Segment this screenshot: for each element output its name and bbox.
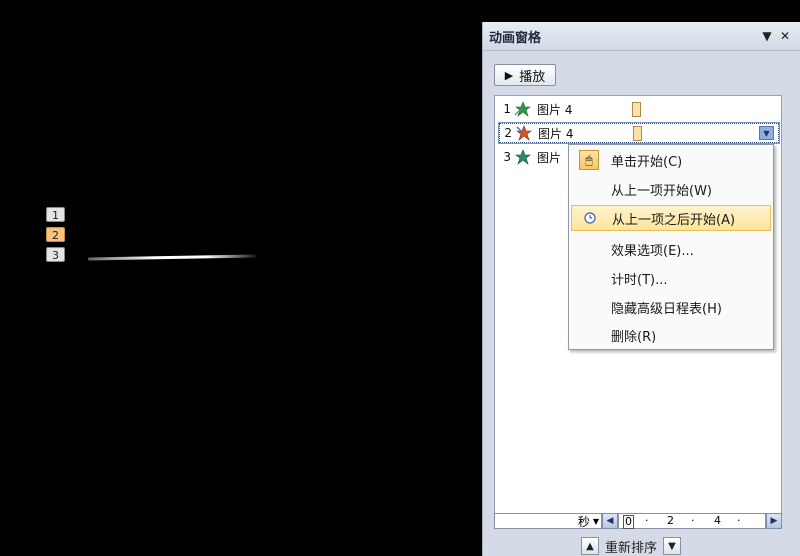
ruler-tick: 0 [623, 515, 634, 529]
menu-item-effect-options[interactable]: 效果选项(E)... [571, 236, 771, 262]
menu-item-start-after-previous[interactable]: 从上一项之后开始(A) [571, 205, 771, 231]
ruler-dot: · [645, 514, 649, 527]
menu-item-label: 删除(R) [611, 329, 657, 345]
ruler-tick: 2 [667, 514, 674, 527]
timeline-bar[interactable] [633, 125, 642, 141]
animation-marker-1[interactable]: 1 [46, 207, 65, 222]
scroll-right-button[interactable]: ▶ [766, 513, 782, 529]
animation-marker-2[interactable]: 2 [46, 227, 65, 242]
menu-item-start-with-previous[interactable]: 从上一项开始(W) [571, 176, 771, 202]
exit-effect-icon [514, 124, 534, 142]
ruler-tick: 4 [714, 514, 721, 527]
animation-target-name: 图片 4 [538, 126, 574, 141]
animation-item-2[interactable]: 2 图片 4 ▼ [498, 122, 780, 144]
menu-item-hide-advanced-timeline[interactable]: 隐藏高级日程表(H) [571, 294, 771, 320]
scroll-left-button[interactable]: ◀ [602, 513, 618, 529]
play-icon: ▶ [504, 68, 514, 82]
animation-item-1[interactable]: 1 图片 4 [499, 99, 779, 119]
time-unit-label: 秒 [577, 514, 590, 529]
pane-title: 动画窗格 [489, 30, 542, 46]
menu-item-label: 从上一项之后开始(A) [612, 212, 736, 228]
menu-item-remove[interactable]: 删除(R) [571, 322, 771, 348]
animation-target-name: 图片 4 [537, 102, 573, 117]
reorder-label: 重新排序 [605, 540, 658, 556]
animation-number: 2 [504, 126, 512, 140]
ruler-dot: · [737, 514, 741, 527]
chevron-down-icon: ▼ [592, 516, 599, 526]
pane-header: 动画窗格 ▼ ✕ [483, 22, 800, 51]
animation-number: 3 [503, 150, 511, 164]
menu-item-timing[interactable]: 计时(T)... [571, 265, 771, 291]
play-button[interactable]: ▶ 播放 [494, 64, 556, 86]
clock-icon [584, 212, 596, 224]
menu-item-start-on-click[interactable]: 🖱 单击开始(C) [571, 147, 771, 173]
timeline-ruler[interactable]: 0 · 2 · 4 · [618, 513, 766, 529]
slide-image-streak[interactable] [87, 254, 257, 261]
menu-item-label: 从上一项开始(W) [611, 183, 712, 199]
item-dropdown-icon[interactable]: ▼ [759, 126, 774, 140]
move-down-icon[interactable]: ▼ [663, 537, 682, 555]
mouse-click-icon: 🖱 [579, 150, 599, 170]
timing-context-menu: 🖱 单击开始(C) 从上一项开始(W) 从上一项之后开始(A) 效果选项(E).… [568, 144, 774, 350]
animation-number: 1 [503, 102, 511, 116]
timeline-bar[interactable] [632, 101, 641, 117]
pane-options-dropdown-icon[interactable]: ▼ [758, 27, 776, 45]
time-unit-select[interactable]: 秒 ▼ [494, 513, 602, 529]
enter-effect-icon [513, 100, 533, 118]
menu-item-label: 效果选项(E)... [611, 243, 694, 259]
menu-item-label: 单击开始(C) [611, 154, 683, 170]
animation-marker-3[interactable]: 3 [46, 247, 65, 262]
timeline-controls: 秒 ▼ ◀ 0 · 2 · 4 · ▶ [494, 513, 782, 529]
reorder-controls: ▲ 重新排序 ▼ [581, 536, 682, 556]
ruler-dot: · [691, 514, 695, 527]
slide-canvas[interactable]: 1 2 3 [0, 0, 482, 556]
menu-item-label: 计时(T)... [611, 272, 668, 288]
menu-item-label: 隐藏高级日程表(H) [611, 301, 722, 317]
play-label: 播放 [519, 69, 546, 85]
move-up-icon[interactable]: ▲ [581, 537, 599, 555]
pane-close-icon[interactable]: ✕ [776, 27, 794, 45]
emphasis-effect-icon [513, 148, 533, 166]
